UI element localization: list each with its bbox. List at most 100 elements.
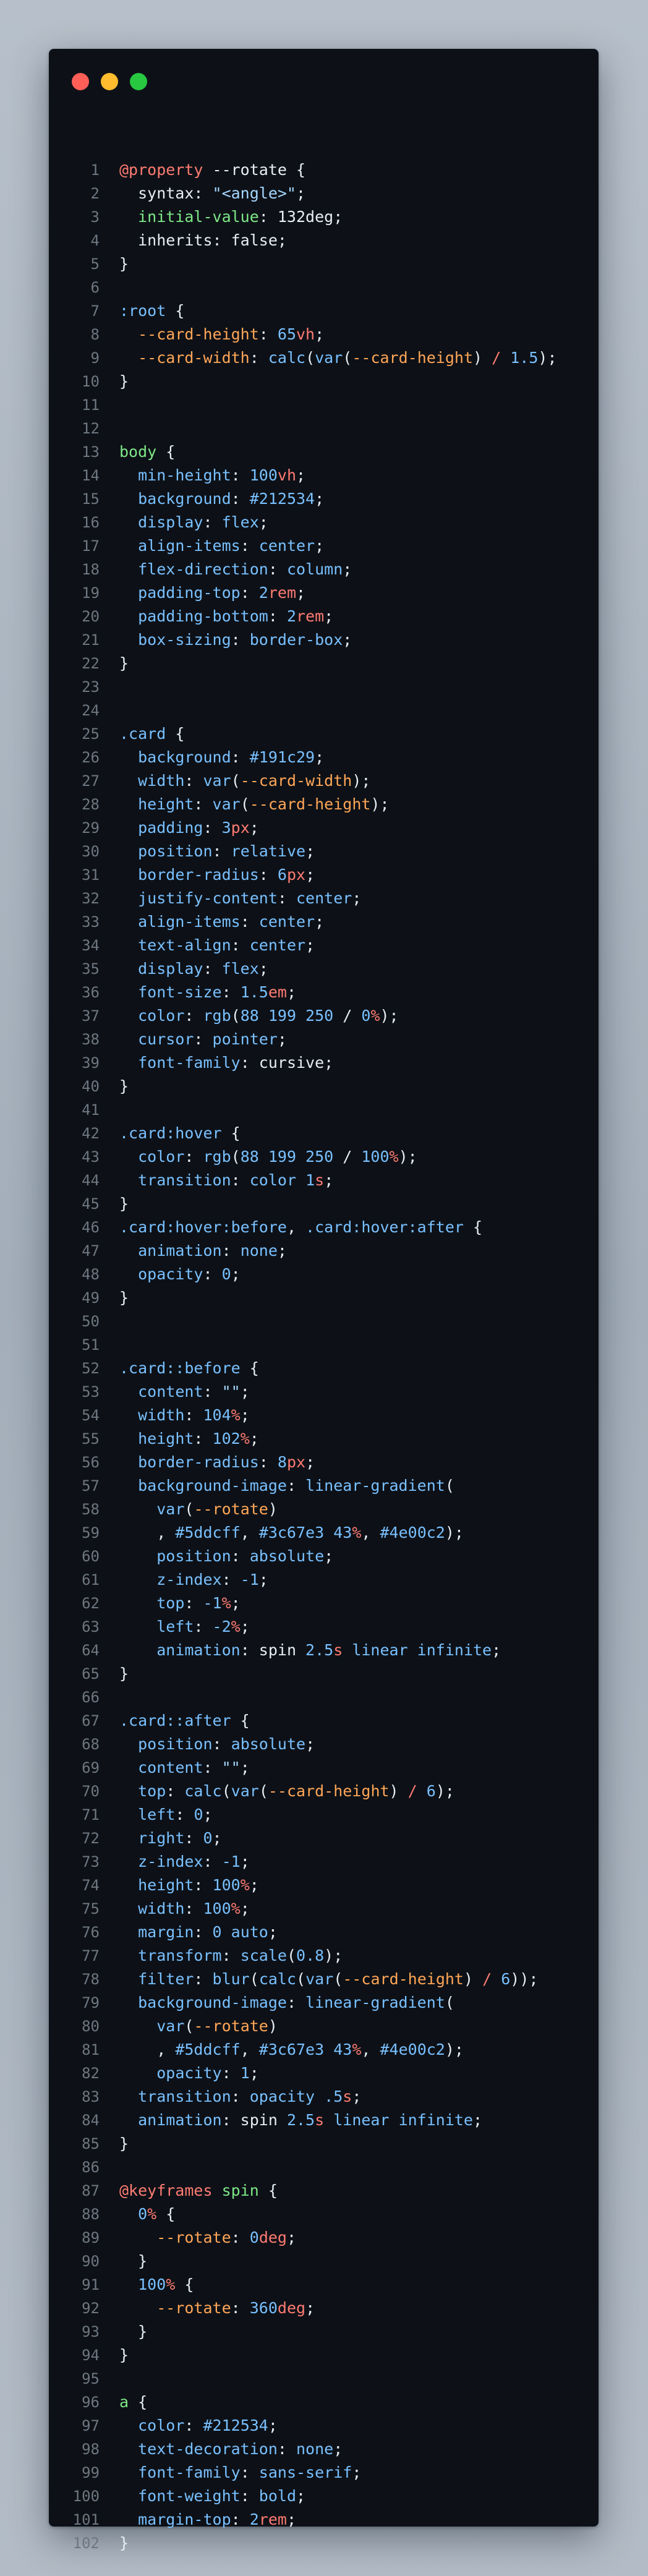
code-token: background	[138, 490, 231, 508]
line-number: 16	[82, 514, 100, 531]
code-line: 73 z-index: -1;	[49, 1850, 599, 1874]
line-number: 68	[82, 1736, 100, 1753]
code-token: 0	[203, 1829, 213, 1847]
code-line: 87 @keyframes spin {	[49, 2179, 599, 2203]
code-line: 38 cursor: pointer;	[49, 1028, 599, 1051]
code-line: 23	[49, 675, 599, 699]
code-token: :	[203, 960, 222, 978]
code-line: 54 width: 104%;	[49, 1404, 599, 1427]
code-token: :	[184, 1007, 203, 1025]
code-token: padding-top	[138, 584, 241, 602]
code-token: none	[296, 2440, 334, 2458]
code-token: font-family	[138, 2463, 241, 2481]
code-line: 101 margin-top: 2rem;	[49, 2508, 599, 2531]
code-text: --rotate: 0deg;	[119, 2226, 296, 2250]
code-text: padding-bottom: 2rem;	[119, 605, 333, 628]
code-token: (	[184, 1500, 194, 1518]
code-token: center	[296, 889, 352, 907]
code-token: 104	[203, 1406, 231, 1424]
code-token: ;	[268, 2416, 278, 2434]
code-token: s	[343, 2088, 352, 2105]
code-token: margin-top	[138, 2510, 231, 2528]
code-token: (	[445, 1994, 454, 2011]
code-token: ;	[305, 1453, 315, 1471]
line-number: 91	[82, 2276, 100, 2293]
line-number: 102	[72, 2535, 100, 2552]
code-token: ;	[305, 842, 315, 860]
code-token: :	[184, 1406, 203, 1424]
line-number: 31	[82, 866, 100, 884]
code-token: height	[138, 1430, 194, 1448]
code-token: #3c67e3	[258, 1524, 325, 1542]
code-line: 29 padding: 3px;	[49, 816, 599, 840]
code-line: 77 transform: scale(0.8);	[49, 1944, 599, 1968]
code-token: 2.5	[286, 2111, 315, 2129]
code-token: position	[156, 1547, 231, 1565]
code-token: :	[221, 1571, 241, 1589]
code-token: : spin	[221, 2111, 287, 2129]
code-text: animation: spin 2.5s linear infinite;	[119, 1639, 501, 1662]
code-text: left: 0;	[119, 1803, 212, 1827]
code-token: %	[240, 1876, 250, 1894]
code-token: linear infinite	[333, 2111, 473, 2129]
code-token: width	[138, 1406, 185, 1424]
code-token: )	[268, 1500, 278, 1518]
code-line: 39 font-family: cursive;	[49, 1051, 599, 1075]
code-token: inherits: false;	[119, 231, 287, 249]
code-token: }	[119, 1289, 129, 1307]
code-text: top: calc(var(--card-height) / 6);	[119, 1780, 454, 1803]
code-line: 71 left: 0;	[49, 1803, 599, 1827]
line-number: 15	[82, 490, 100, 508]
code-token: content	[138, 1759, 203, 1776]
code-token: animation	[138, 2111, 222, 2129]
code-token: px	[286, 866, 306, 884]
line-number: 89	[82, 2229, 100, 2246]
code-token: flex-direction	[138, 560, 268, 578]
line-number: 71	[82, 1806, 100, 1823]
code-token: absolute	[231, 1735, 306, 1753]
code-token: ,	[240, 1524, 259, 1542]
code-token: .card:hover	[119, 1124, 222, 1142]
code-line: 25 .card {	[49, 722, 599, 746]
code-text: width: var(--card-width);	[119, 769, 370, 793]
code-line: 84 animation: spin 2.5s linear infinite;	[49, 2109, 599, 2132]
code-token: :	[203, 1265, 222, 1283]
code-text: left: -2%;	[119, 1615, 250, 1639]
code-token: (	[231, 772, 241, 790]
line-number: 1	[90, 161, 100, 179]
code-token: :	[231, 631, 250, 649]
code-token: border-box	[249, 631, 343, 649]
code-token: :	[203, 513, 222, 531]
line-number: 86	[82, 2159, 100, 2176]
close-icon[interactable]	[72, 73, 89, 90]
code-line: 60 position: absolute;	[49, 1545, 599, 1568]
code-token: )	[268, 2017, 278, 2035]
code-token: {	[463, 1218, 483, 1236]
maximize-icon[interactable]	[130, 73, 147, 90]
code-token: ));	[510, 1970, 539, 1988]
code-token: :	[194, 1030, 213, 1048]
line-number: 47	[82, 1242, 100, 1260]
minimize-icon[interactable]	[101, 73, 118, 90]
code-text: }	[119, 1075, 129, 1098]
code-token: blur	[212, 1970, 250, 1988]
line-number: 10	[82, 373, 100, 390]
code-line: 59 , #5ddcff, #3c67e3 43%, #4e00c2);	[49, 1521, 599, 1545]
code-text: height: 100%;	[119, 1874, 259, 1897]
line-number: 97	[82, 2417, 100, 2434]
code-token: ;	[333, 2440, 343, 2458]
code-text: z-index: -1;	[119, 1568, 268, 1592]
code-line: 35 display: flex;	[49, 957, 599, 981]
code-text: box-sizing: border-box;	[119, 628, 352, 652]
code-token: (	[343, 349, 352, 367]
